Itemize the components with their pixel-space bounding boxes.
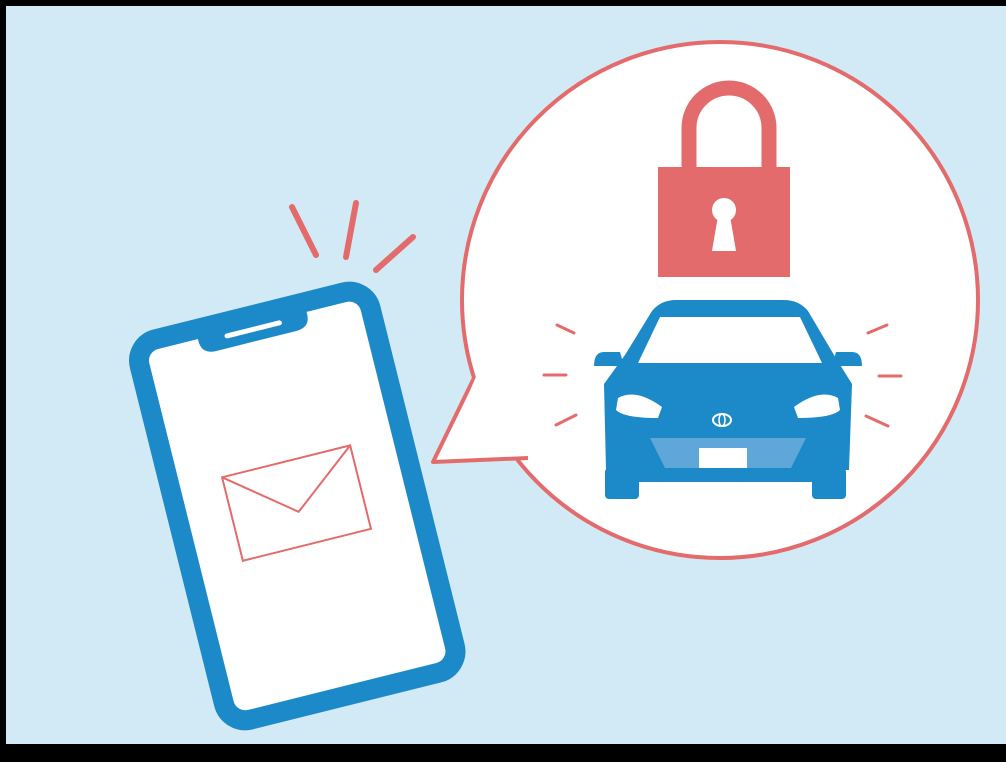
illustration-canvas — [0, 0, 1006, 762]
